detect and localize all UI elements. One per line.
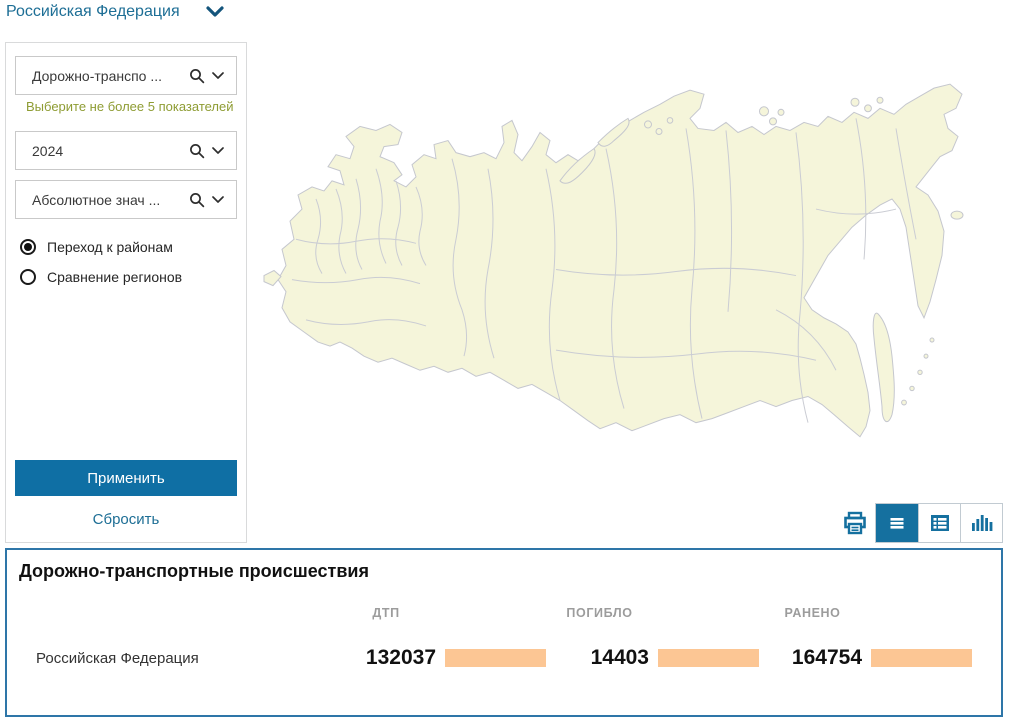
value-raneno: 164754 bbox=[792, 646, 862, 670]
results-panel: Дорожно-транспортные происшествия ДТП ПО… bbox=[5, 548, 1003, 717]
value-dtp: 132037 bbox=[366, 646, 436, 670]
search-icon bbox=[189, 68, 205, 84]
russia-map[interactable] bbox=[256, 68, 996, 466]
mode-radio-group: Переход к районам Сравнение регионов bbox=[20, 239, 237, 285]
print-icon bbox=[843, 511, 867, 535]
russia-map-svg bbox=[256, 68, 996, 466]
table-row[interactable]: Российская Федерация 132037 14403 164754 bbox=[7, 646, 1001, 670]
filter-panel: Дорожно-транспо ... Выберите не более 5 … bbox=[5, 42, 247, 543]
indicator-hint: Выберите не более 5 показателей bbox=[15, 95, 237, 114]
indicator-select[interactable]: Дорожно-транспо ... bbox=[15, 56, 237, 95]
year-select-value: 2024 bbox=[32, 143, 189, 159]
search-icon bbox=[189, 192, 205, 208]
table-view-icon bbox=[929, 512, 951, 534]
region-selector[interactable]: Российская Федерация bbox=[6, 3, 224, 21]
radio-region-comparison[interactable]: Сравнение регионов bbox=[20, 269, 237, 285]
row-region-label: Российская Федерация bbox=[7, 650, 332, 667]
page: Российская Федерация Дорожно-транспо ...… bbox=[0, 0, 1009, 722]
value-type-select[interactable]: Абсолютное знач ... bbox=[15, 180, 237, 219]
region-selector-label: Российская Федерация bbox=[6, 3, 180, 21]
chevron-down-icon bbox=[212, 72, 224, 80]
radio-circle[interactable] bbox=[20, 269, 36, 285]
list-view-button[interactable] bbox=[876, 504, 918, 542]
view-toggle-group bbox=[875, 503, 1003, 543]
view-toolbar bbox=[843, 503, 1003, 543]
radio-district-transition[interactable]: Переход к районам bbox=[20, 239, 237, 255]
cell-raneno: 164754 bbox=[759, 646, 972, 670]
search-icon bbox=[189, 143, 205, 159]
cell-pogiblo: 14403 bbox=[546, 646, 759, 670]
value-bar-dtp bbox=[445, 649, 546, 667]
radio-circle-selected[interactable] bbox=[20, 239, 36, 255]
cell-dtp: 132037 bbox=[332, 646, 546, 670]
radio-label: Сравнение регионов bbox=[47, 269, 182, 285]
print-button[interactable] bbox=[843, 511, 867, 535]
table-view-button[interactable] bbox=[918, 504, 960, 542]
chevron-down-icon bbox=[212, 147, 224, 155]
radio-label: Переход к районам bbox=[47, 239, 173, 255]
year-select[interactable]: 2024 bbox=[15, 131, 237, 170]
bar-chart-view-button[interactable] bbox=[960, 504, 1002, 542]
indicator-select-value: Дорожно-транспо ... bbox=[32, 68, 189, 84]
apply-button[interactable]: Применить bbox=[15, 460, 237, 496]
value-type-select-value: Абсолютное знач ... bbox=[32, 192, 189, 208]
column-header-raneno: РАНЕНО bbox=[759, 606, 972, 620]
value-bar-pogiblo bbox=[658, 649, 759, 667]
column-header-dtp: ДТП bbox=[332, 606, 546, 620]
value-pogiblo: 14403 bbox=[591, 646, 649, 670]
results-title: Дорожно-транспортные происшествия bbox=[7, 550, 1001, 582]
bar-chart-view-icon bbox=[970, 512, 994, 534]
chevron-down-icon bbox=[206, 6, 224, 18]
reset-link[interactable]: Сбросить bbox=[15, 511, 237, 528]
column-header-pogiblo: ПОГИБЛО bbox=[546, 606, 759, 620]
results-header-row: ДТП ПОГИБЛО РАНЕНО bbox=[7, 606, 1001, 620]
value-bar-raneno bbox=[871, 649, 972, 667]
chevron-down-icon bbox=[212, 196, 224, 204]
list-view-icon bbox=[886, 512, 908, 534]
